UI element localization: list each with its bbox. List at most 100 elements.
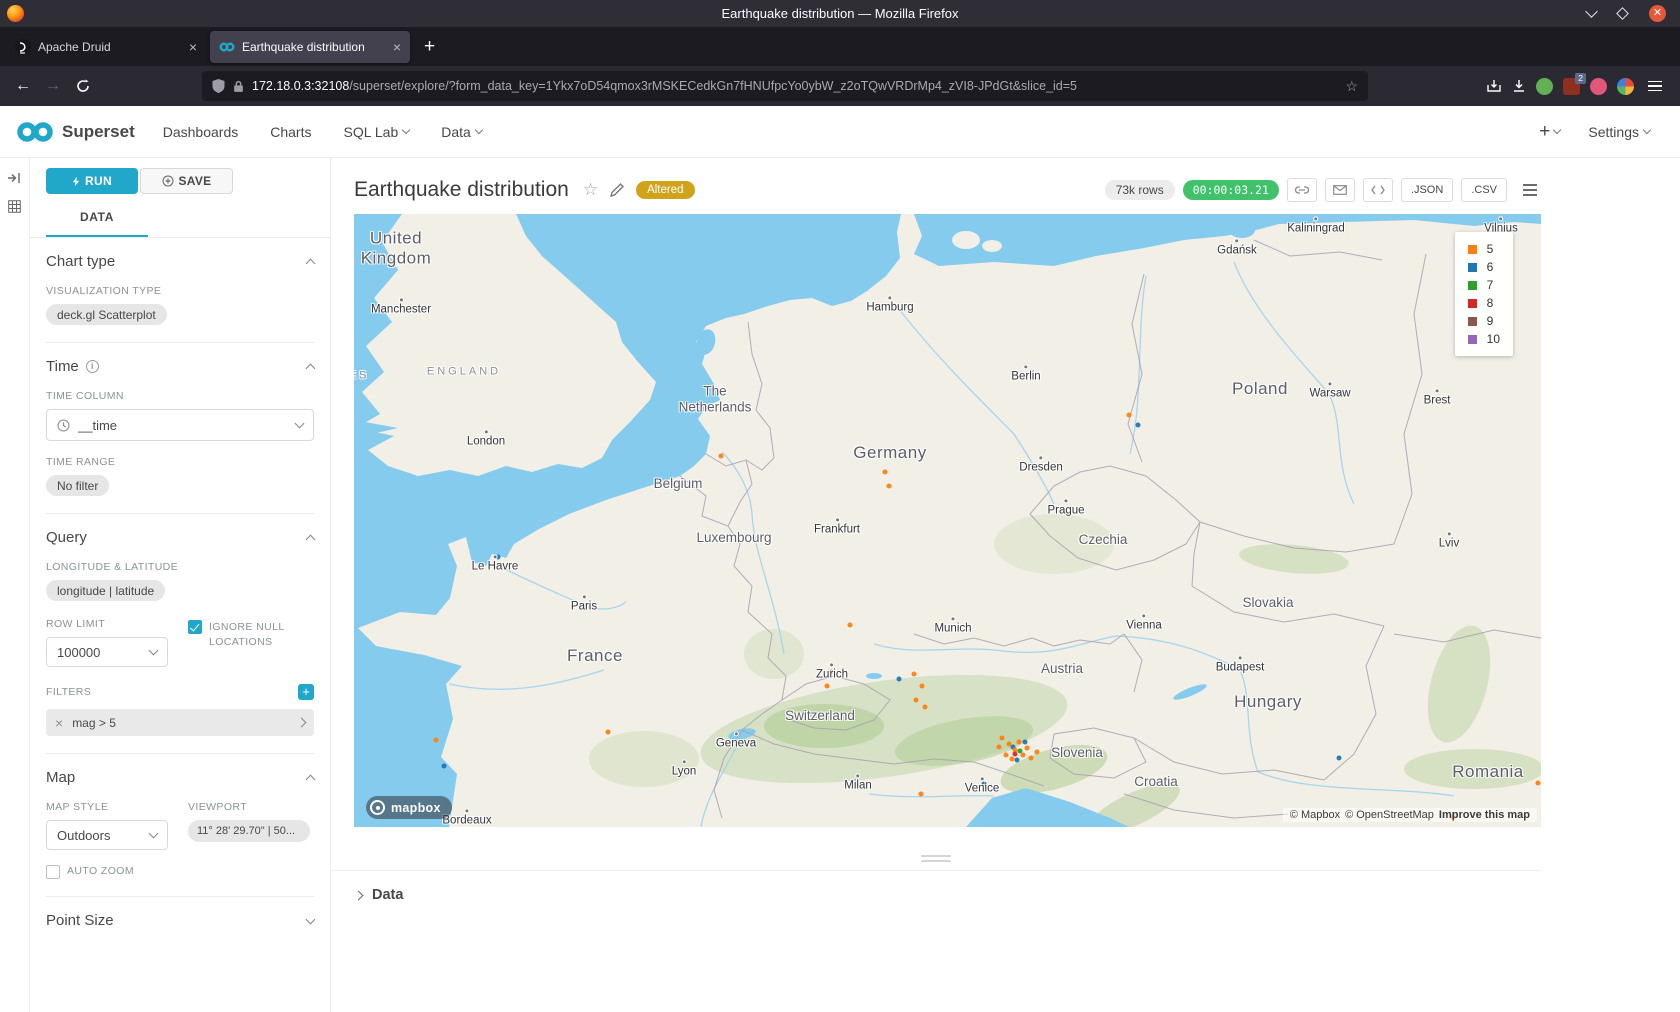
- legend-item[interactable]: 6: [1468, 260, 1500, 274]
- browser-menu-icon[interactable]: [1644, 77, 1666, 96]
- earthquake-point[interactable]: [920, 684, 925, 689]
- resize-handle[interactable]: [331, 855, 1541, 862]
- earthquake-point[interactable]: [923, 705, 928, 710]
- reload-button[interactable]: [68, 71, 98, 101]
- earthquake-point[interactable]: [1127, 413, 1132, 418]
- ignore-null-checkbox-row[interactable]: IGNORE NULL LOCATIONS: [188, 620, 301, 650]
- datasource-grid-icon[interactable]: [8, 200, 21, 213]
- extension-icon-pinwheel[interactable]: [1617, 78, 1634, 95]
- time-range-chip[interactable]: No filter: [46, 475, 109, 496]
- favorite-star-icon[interactable]: ☆: [583, 180, 598, 200]
- map-style-select[interactable]: Outdoors: [46, 820, 168, 850]
- chart-menu-icon[interactable]: [1519, 180, 1541, 199]
- time-column-select[interactable]: __time: [46, 409, 314, 441]
- export-csv-button[interactable]: .CSV: [1461, 178, 1507, 202]
- altered-badge[interactable]: Altered: [636, 181, 694, 199]
- tab-data[interactable]: DATA: [46, 210, 148, 237]
- forward-button[interactable]: →: [38, 71, 68, 101]
- earthquake-point[interactable]: [1021, 753, 1026, 758]
- run-button[interactable]: RUN: [46, 168, 138, 194]
- attribution-osm[interactable]: © OpenStreetMap: [1345, 809, 1434, 821]
- earthquake-point[interactable]: [919, 792, 924, 797]
- earthquake-point[interactable]: [1004, 753, 1009, 758]
- save-to-library-icon[interactable]: [1486, 79, 1502, 93]
- earthquake-point[interactable]: [719, 454, 724, 459]
- data-panel-toggle[interactable]: Data: [331, 870, 1541, 903]
- bookmark-star-icon[interactable]: ☆: [1345, 78, 1358, 95]
- earthquake-point[interactable]: [914, 698, 919, 703]
- section-header[interactable]: Chart type: [46, 253, 314, 270]
- auto-zoom-checkbox[interactable]: [46, 865, 60, 879]
- filter-chip[interactable]: × mag > 5: [46, 709, 314, 736]
- earthquake-point[interactable]: [496, 555, 501, 560]
- earthquake-point[interactable]: [848, 623, 853, 628]
- earthquake-point[interactable]: [434, 738, 439, 743]
- url-bar[interactable]: 172.18.0.3:32108/superset/explore/?form_…: [202, 71, 1368, 101]
- extension-icon-green[interactable]: [1536, 78, 1553, 95]
- earthquake-point[interactable]: [1023, 740, 1028, 745]
- legend-item[interactable]: 5: [1468, 242, 1500, 256]
- nav-item-dashboards[interactable]: Dashboards: [163, 124, 239, 140]
- nav-item-charts[interactable]: Charts: [270, 124, 311, 140]
- section-header[interactable]: Map: [46, 769, 314, 786]
- share-link-button[interactable]: [1287, 178, 1317, 202]
- attribution-mapbox[interactable]: © Mapbox: [1290, 809, 1340, 821]
- earthquake-point[interactable]: [982, 782, 987, 787]
- chevron-right-icon[interactable]: [297, 718, 307, 728]
- viewport-field[interactable]: 11° 28' 29.70" | 50...: [188, 820, 310, 842]
- legend-item[interactable]: 8: [1468, 296, 1500, 310]
- deckgl-map[interactable]: United KingdomFranceGermanyPolandHungary…: [354, 214, 1541, 827]
- new-tab-button[interactable]: +: [414, 36, 445, 58]
- section-header[interactable]: Query: [46, 529, 314, 546]
- earthquake-point[interactable]: [606, 730, 611, 735]
- superset-logo[interactable]: Superset: [16, 121, 135, 143]
- earthquake-point[interactable]: [1017, 740, 1022, 745]
- embed-code-button[interactable]: [1363, 178, 1393, 202]
- lock-icon[interactable]: [233, 80, 244, 93]
- earthquake-point[interactable]: [1136, 423, 1141, 428]
- viz-type-chip[interactable]: deck.gl Scatterplot: [46, 304, 167, 325]
- settings-menu[interactable]: Settings: [1588, 124, 1650, 140]
- auto-zoom-checkbox-row[interactable]: AUTO ZOOM: [46, 864, 314, 879]
- earthquake-point[interactable]: [825, 684, 830, 689]
- browser-tab-earthquake[interactable]: Earthquake distribution ×: [210, 31, 410, 63]
- back-button[interactable]: ←: [8, 71, 38, 101]
- earthquake-point[interactable]: [997, 745, 1002, 750]
- window-maximize-icon[interactable]: [1616, 7, 1629, 20]
- downloads-icon[interactable]: [1512, 79, 1526, 93]
- earthquake-point[interactable]: [442, 764, 447, 769]
- earthquake-point[interactable]: [1015, 758, 1020, 763]
- export-json-button[interactable]: .JSON: [1401, 178, 1453, 202]
- edit-pencil-icon[interactable]: [610, 183, 624, 197]
- browser-tab-apache-druid[interactable]: Apache Druid ×: [6, 31, 206, 63]
- earthquake-point[interactable]: [1337, 756, 1342, 761]
- row-limit-select[interactable]: 100000: [46, 637, 168, 667]
- earthquake-point[interactable]: [1000, 736, 1005, 741]
- earthquake-point[interactable]: [1013, 752, 1018, 757]
- earthquake-point[interactable]: [912, 672, 917, 677]
- earthquake-point[interactable]: [887, 484, 892, 489]
- section-header[interactable]: Point Size: [46, 912, 314, 929]
- nav-item-sql-lab[interactable]: SQL Lab: [343, 124, 409, 140]
- extension-icon-ublock[interactable]: 2: [1563, 78, 1580, 95]
- legend-item[interactable]: 9: [1468, 314, 1500, 328]
- earthquake-point[interactable]: [897, 677, 902, 682]
- earthquake-point[interactable]: [1025, 746, 1030, 751]
- earthquake-point[interactable]: [1029, 756, 1034, 761]
- legend-item[interactable]: 7: [1468, 278, 1500, 292]
- ignore-null-checkbox[interactable]: [188, 620, 202, 634]
- remove-filter-icon[interactable]: ×: [55, 715, 63, 731]
- email-button[interactable]: [1325, 178, 1355, 202]
- section-header[interactable]: Time i: [46, 358, 314, 375]
- window-minimize-icon[interactable]: [1585, 5, 1598, 18]
- tab-close-icon[interactable]: ×: [189, 39, 197, 55]
- nav-item-data[interactable]: Data: [441, 124, 482, 140]
- shield-icon[interactable]: [212, 79, 225, 93]
- expand-panel-icon[interactable]: [8, 172, 21, 184]
- add-filter-button[interactable]: +: [298, 684, 314, 700]
- profile-avatar-icon[interactable]: [1590, 78, 1607, 95]
- new-item-button[interactable]: +: [1539, 121, 1560, 143]
- earthquake-point[interactable]: [883, 470, 888, 475]
- legend-item[interactable]: 10: [1468, 332, 1500, 346]
- save-button[interactable]: SAVE: [140, 168, 233, 194]
